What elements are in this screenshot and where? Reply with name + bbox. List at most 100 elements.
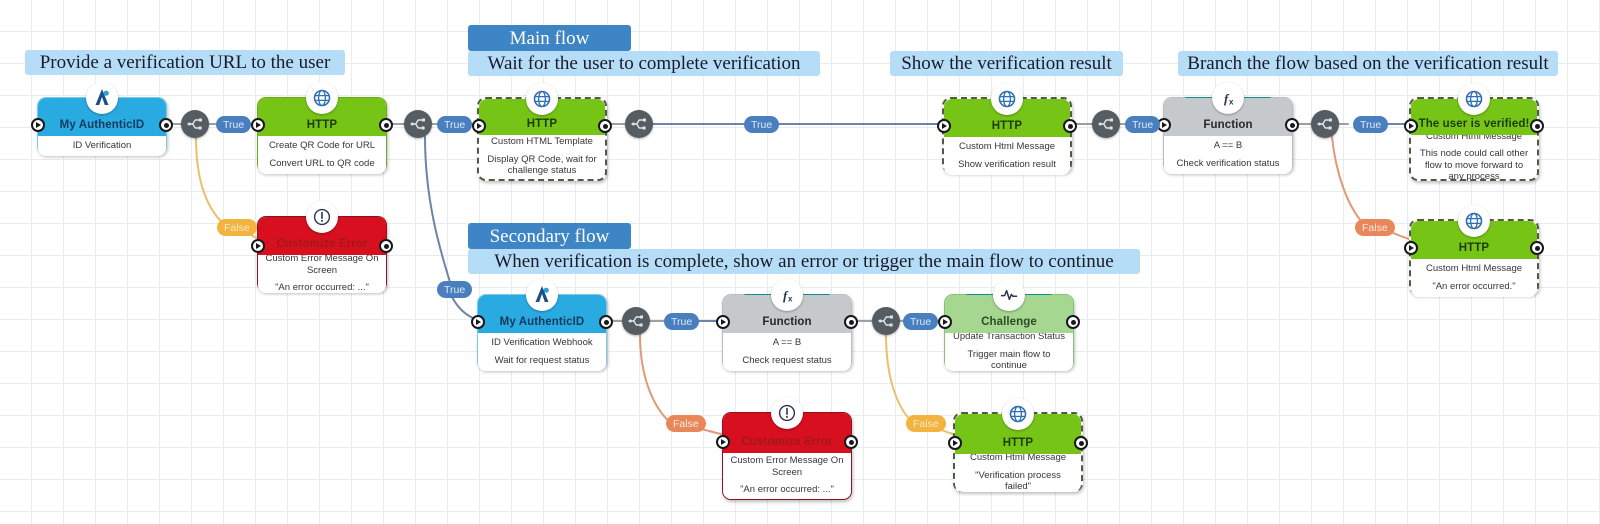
edge-label-false: False xyxy=(1355,219,1395,236)
node-output-port[interactable] xyxy=(379,118,393,132)
node-input-port[interactable] xyxy=(938,315,952,329)
node-title: Customize Error xyxy=(276,238,368,251)
node-title: HTTP xyxy=(306,119,338,132)
svg-text:x: x xyxy=(1229,98,1234,107)
router-icon-5[interactable] xyxy=(1311,110,1339,138)
node-function-verify[interactable]: f x Function A == B Check verification s… xyxy=(1157,82,1299,174)
edge-label-text: True xyxy=(1360,118,1382,131)
node-output-port[interactable] xyxy=(844,315,858,329)
banner-label: Wait for the user to complete verificati… xyxy=(487,53,801,74)
node-output-port[interactable] xyxy=(379,239,393,253)
router-icon-7[interactable] xyxy=(872,307,900,335)
node-line: A == B xyxy=(772,337,802,349)
node-line: "An error occurred." xyxy=(1432,280,1516,292)
banner-label: When verification is complete, show an e… xyxy=(494,251,1114,272)
banner-secondary-flow: Secondary flow xyxy=(468,223,631,249)
edge-label-true: True xyxy=(437,116,473,133)
node-input-port[interactable] xyxy=(31,118,45,132)
node-title: Customize Error xyxy=(741,436,833,449)
node-output-port[interactable] xyxy=(1530,241,1544,255)
banner-label: Main flow xyxy=(509,27,590,49)
node-title: Function xyxy=(762,316,812,329)
edge-label-true: True xyxy=(1353,116,1389,133)
node-line: Check verification status xyxy=(1176,157,1280,169)
node-line: "An error occurred: ..." xyxy=(740,484,834,496)
banner-branch-flow: Branch the flow based on the verificatio… xyxy=(1178,51,1558,76)
router-icon-4[interactable] xyxy=(1092,110,1120,138)
node-output-port[interactable] xyxy=(159,118,173,132)
node-line: Convert URL to QR code xyxy=(269,157,375,169)
node-output-port[interactable] xyxy=(1066,315,1080,329)
edge-label-true: True xyxy=(903,313,939,330)
edge-label-text: True xyxy=(444,118,466,131)
node-http-error-occurred[interactable]: HTTP Custom Html Message "An error occur… xyxy=(1404,205,1544,297)
node-output-port[interactable] xyxy=(844,435,858,449)
router-icon-1[interactable] xyxy=(181,110,209,138)
node-title: My AuthenticID xyxy=(59,119,145,132)
node-title: Challenge xyxy=(981,316,1037,329)
edge-label-text: False xyxy=(913,417,939,430)
node-input-port[interactable] xyxy=(716,435,730,449)
banner-label: Provide a verification URL to the user xyxy=(39,52,331,73)
workflow-canvas[interactable]: Provide a verification URL to the user M… xyxy=(0,0,1600,524)
node-http-verification-failed[interactable]: HTTP Custom Html Message "Verification p… xyxy=(948,398,1088,493)
node-output-port[interactable] xyxy=(1063,119,1077,133)
node-line: ID Verification Webhook xyxy=(491,337,593,349)
node-input-port[interactable] xyxy=(251,118,265,132)
node-input-port[interactable] xyxy=(471,315,485,329)
node-output-port[interactable] xyxy=(599,315,613,329)
banner-label: Branch the flow based on the verificatio… xyxy=(1187,53,1549,74)
node-output-port[interactable] xyxy=(1530,119,1544,133)
node-title: The user is verified! xyxy=(1418,118,1530,131)
node-output-port[interactable] xyxy=(1074,436,1088,450)
node-output-port[interactable] xyxy=(598,119,612,133)
node-input-port[interactable] xyxy=(251,239,265,253)
router-icon-6[interactable] xyxy=(622,307,650,335)
node-line: Check request status xyxy=(742,354,832,366)
node-input-port[interactable] xyxy=(1404,241,1418,255)
node-function-request[interactable]: f x Function A == B Check request status xyxy=(716,279,858,371)
node-customize-error-2[interactable]: Customize Error Custom Error Message On … xyxy=(716,397,858,500)
node-output-port[interactable] xyxy=(1285,118,1299,132)
edge-label-text: True xyxy=(444,283,466,296)
node-line: "Verification process failed" xyxy=(975,469,1061,493)
authenticid-icon xyxy=(526,279,558,311)
node-http-qr-display[interactable]: HTTP Custom HTML Template Display QR Cod… xyxy=(472,83,612,181)
node-input-port[interactable] xyxy=(716,315,730,329)
node-http-show-result[interactable]: HTTP Custom Html Message Show verificati… xyxy=(937,83,1077,175)
node-line: Create QR Code for URL xyxy=(268,140,376,152)
node-http-qr-create[interactable]: HTTP Create QR Code for URL Convert URL … xyxy=(251,82,393,174)
node-challenge-update[interactable]: Challenge Update Transaction Status Trig… xyxy=(938,279,1080,371)
router-icon-2[interactable] xyxy=(404,110,432,138)
router-icon-3[interactable] xyxy=(625,110,653,138)
edge-label-true: True xyxy=(664,313,700,330)
svg-text:x: x xyxy=(788,295,793,304)
edge-label-false: False xyxy=(217,219,257,236)
globe-icon xyxy=(1458,83,1490,115)
node-title: HTTP xyxy=(991,120,1023,133)
node-title: HTTP xyxy=(1002,437,1034,450)
banner-provide-url: Provide a verification URL to the user xyxy=(25,50,345,75)
node-my-authenticid-2[interactable]: My AuthenticID ID Verification Webhook W… xyxy=(471,279,613,371)
node-line: Custom Html Message xyxy=(969,452,1067,464)
node-customize-error-1[interactable]: Customize Error Custom Error Message On … xyxy=(251,201,393,294)
node-http-user-verified[interactable]: The user is verified! Custom Html Messag… xyxy=(1404,83,1544,182)
node-line: Custom HTML Template xyxy=(491,136,593,148)
globe-icon xyxy=(526,83,558,115)
node-input-port[interactable] xyxy=(472,119,486,133)
edge-label-text: True xyxy=(223,118,245,131)
node-my-authenticid-1[interactable]: My AuthenticID ID Verification xyxy=(31,82,173,156)
node-line: "An error occurred: ..." xyxy=(275,282,369,294)
node-line: Custom Error Message On Screen xyxy=(265,253,379,276)
edge-label-text: True xyxy=(751,118,773,131)
edge-label-true: True xyxy=(216,116,252,133)
banner-main-flow: Main flow xyxy=(468,25,631,51)
edge-label-text: True xyxy=(910,315,932,328)
node-input-port[interactable] xyxy=(1404,119,1418,133)
banner-label: Show the verification result xyxy=(901,53,1112,74)
node-input-port[interactable] xyxy=(948,436,962,450)
edge-label-text: False xyxy=(1362,221,1388,234)
node-input-port[interactable] xyxy=(937,119,951,133)
node-line: ID Verification xyxy=(72,139,132,151)
fx-icon: f x xyxy=(771,279,803,311)
